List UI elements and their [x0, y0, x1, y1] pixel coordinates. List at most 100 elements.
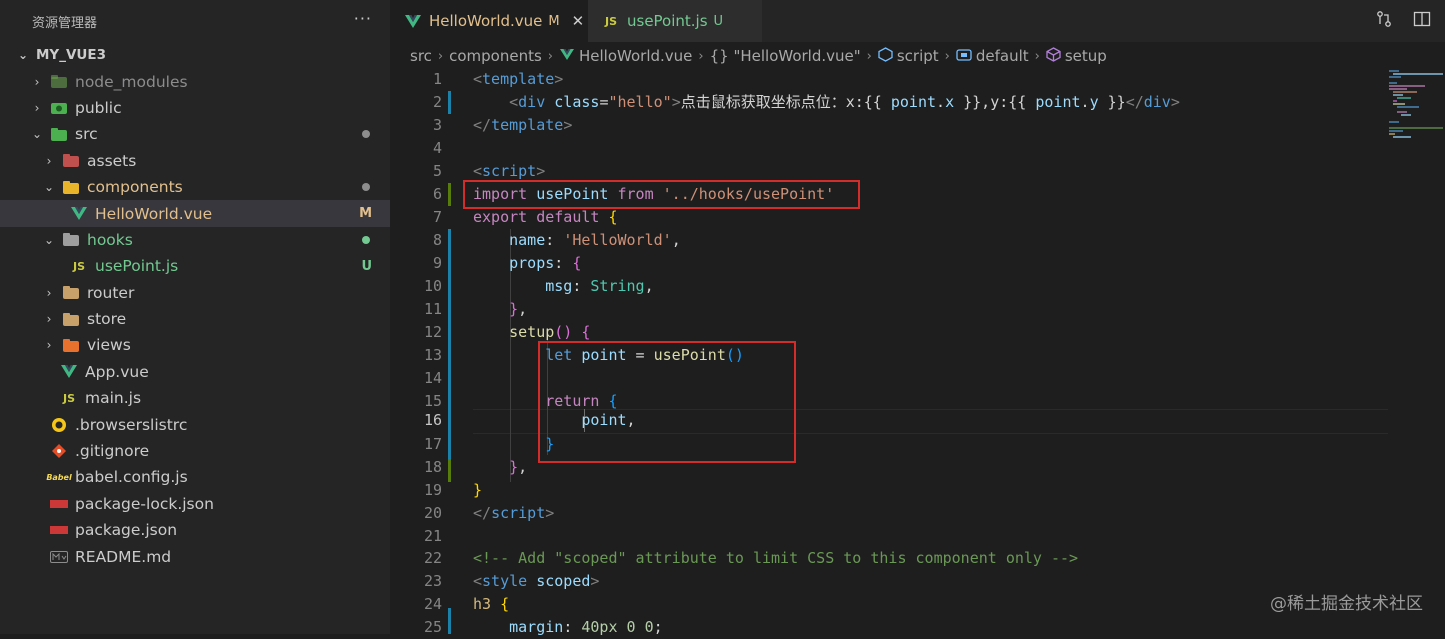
chevron-right-icon: › [46, 153, 52, 168]
tree-item-helloworld-vue[interactable]: HelloWorld.vue M [0, 200, 390, 227]
tree-item-components[interactable]: ⌄ components [0, 174, 390, 200]
line-number: 3 [432, 116, 442, 134]
tree-item-store[interactable]: › store [0, 306, 390, 332]
tree-item-package-lock[interactable]: package-lock.json [0, 491, 390, 517]
line-number: 5 [432, 162, 442, 180]
breadcrumb-item[interactable]: setup [1065, 47, 1107, 65]
vue-file-icon [404, 13, 422, 29]
tree-item-babel-config[interactable]: Babel babel.config.js [0, 464, 390, 490]
line-number: 1 [432, 70, 442, 88]
code-line: <div class="hello">点击鼠标获取坐标点位：x:{{ point… [509, 93, 1180, 111]
vue-file-icon [559, 47, 575, 65]
tree-item-router[interactable]: › router [0, 280, 390, 306]
more-actions-icon[interactable]: ··· [354, 9, 372, 28]
folder-src-icon [50, 126, 68, 142]
breadcrumb-item[interactable]: default [976, 47, 1029, 65]
symbol-variable-icon [956, 47, 972, 65]
chevron-down-icon: ⌄ [43, 232, 55, 247]
project-root[interactable]: ⌄ MY_VUE3 [0, 42, 390, 68]
tree-label: .gitignore [75, 442, 150, 461]
npm-icon [50, 522, 68, 538]
tree-item-browserslistrc[interactable]: .browserslistrc [0, 411, 390, 437]
code-line: </template> [473, 116, 573, 134]
tree-item-public[interactable]: › public [0, 95, 390, 121]
untracked-dot-icon [362, 235, 370, 244]
breadcrumb-item[interactable]: {} "HelloWorld.vue" [710, 47, 861, 65]
chevron-right-icon: › [34, 100, 40, 115]
tree-item-app-vue[interactable]: App.vue [0, 359, 390, 385]
source-control-compare-icon[interactable] [1375, 10, 1393, 32]
tree-label: router [87, 283, 135, 302]
watermark: @稀土掘金技术社区 [1270, 594, 1423, 614]
tree-label: components [87, 178, 183, 197]
code-editor[interactable]: 1 2 3 4 5 6 7 8 9 10 11 12 13 14 15 16 1… [390, 68, 1445, 636]
tree-label: usePoint.js [95, 257, 179, 276]
code-line: name: 'HelloWorld', [509, 231, 681, 249]
breadcrumb-item[interactable]: script [897, 47, 939, 65]
markdown-icon [50, 549, 68, 565]
tab-untracked-badge: U [713, 13, 724, 29]
tree-item-assets[interactable]: › assets [0, 148, 390, 174]
minimap[interactable] [1385, 68, 1445, 168]
tree-label: App.vue [85, 362, 149, 381]
code-line: <template> [473, 70, 564, 88]
tab-helloworld-vue[interactable]: HelloWorld.vue M ✕ [390, 0, 602, 42]
tree-label: .browserslistrc [75, 415, 188, 434]
modified-dot-icon [362, 130, 370, 139]
code-line: msg: String, [545, 277, 654, 295]
code-line: props: { [509, 254, 582, 272]
tree-label: src [75, 125, 98, 144]
folder-store-icon [62, 311, 80, 327]
breadcrumb-item[interactable]: src [410, 47, 432, 65]
tab-usepoint-js[interactable]: JS usePoint.js U [588, 0, 762, 42]
breadcrumb-item[interactable]: HelloWorld.vue [579, 47, 692, 65]
split-editor-icon[interactable] [1413, 10, 1431, 32]
line-number: 9 [432, 254, 442, 272]
tree-label: main.js [85, 389, 142, 408]
gutter-added-marker [448, 459, 451, 482]
line-number: 2 [432, 93, 442, 111]
highlight-box-import [463, 180, 860, 209]
symbol-element-icon [878, 46, 893, 66]
line-number: 25 [423, 618, 442, 636]
tree-item-views[interactable]: › views [0, 332, 390, 358]
git-icon [50, 443, 68, 459]
editor-actions [1375, 10, 1431, 32]
line-number: 8 [432, 231, 442, 249]
chevron-right-icon: › [866, 48, 872, 64]
code-line: } [473, 481, 483, 499]
tree-item-hooks[interactable]: ⌄ hooks [0, 227, 390, 253]
chevron-right-icon: › [1034, 48, 1040, 64]
tree-item-node-modules[interactable]: › node_modules [0, 68, 390, 94]
chevron-right-icon: › [698, 48, 704, 64]
tree-item-usepoint-js[interactable]: JS usePoint.js U [0, 253, 390, 279]
tree-item-package-json[interactable]: package.json [0, 517, 390, 543]
chevron-right-icon: › [46, 312, 52, 327]
code-line: margin: 40px 0 0; [509, 618, 663, 636]
folder-public-icon [50, 100, 68, 116]
untracked-badge: U [361, 258, 372, 274]
tree-label: store [87, 310, 127, 329]
tree-item-gitignore[interactable]: .gitignore [0, 438, 390, 464]
breadcrumb-item[interactable]: components [449, 47, 542, 65]
line-number: 10 [423, 277, 442, 295]
code-line: }, [509, 458, 528, 476]
folder-assets-icon [62, 153, 80, 169]
tree-label: assets [87, 151, 137, 170]
code-line: }, [509, 300, 528, 318]
line-number: 23 [423, 572, 442, 590]
gutter-modified-marker [448, 229, 451, 459]
babel-icon: Babel [46, 472, 72, 482]
line-number: 18 [423, 458, 442, 476]
tree-item-main-js[interactable]: JS main.js [0, 385, 390, 411]
tree-label: package-lock.json [75, 494, 214, 513]
js-file-icon: JS [62, 391, 75, 405]
editor-tab-bar: HelloWorld.vue M ✕ JS usePoint.js U [390, 0, 1445, 42]
explorer-title: 资源管理器 [32, 15, 98, 31]
tree-item-src[interactable]: ⌄ src [0, 121, 390, 147]
close-icon[interactable]: ✕ [572, 12, 585, 30]
tree-item-readme[interactable]: README.md [0, 543, 390, 569]
code-line: h3 { [473, 595, 510, 613]
modified-badge: M [359, 206, 372, 222]
chevron-down-icon: ⌄ [17, 48, 29, 63]
